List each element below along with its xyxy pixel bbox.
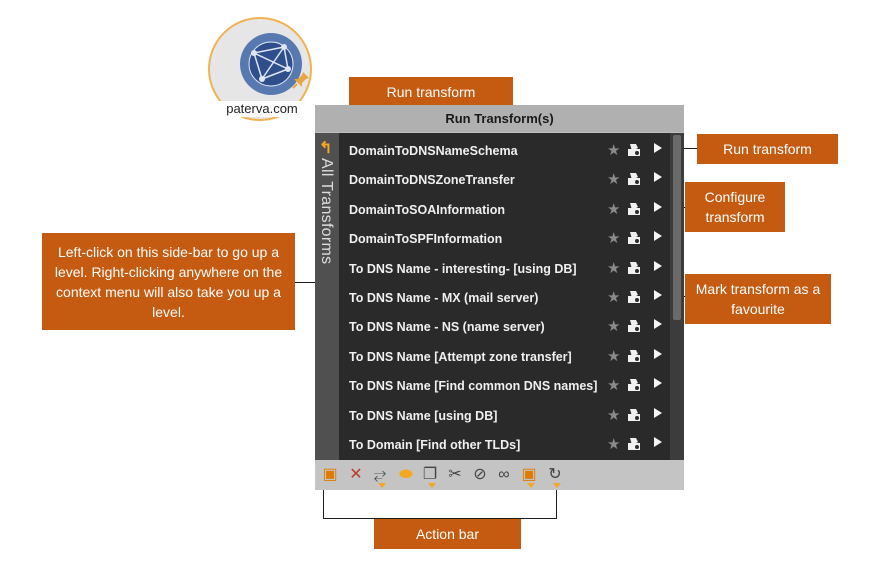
- chain-icon[interactable]: ∞: [495, 465, 513, 485]
- transform-label: DomainToDNSZoneTransfer: [349, 173, 515, 188]
- toggle-icon[interactable]: ⬬: [397, 465, 415, 485]
- transform-row[interactable]: DomainToDNSNameSchema ★: [339, 137, 670, 166]
- transform-label: DomainToSOAInformation: [349, 202, 506, 217]
- configure-icon[interactable]: [627, 290, 641, 304]
- cut-icon[interactable]: ✂: [446, 465, 464, 485]
- run-transform-play-icon[interactable]: [654, 319, 662, 330]
- refresh-dropdown-icon[interactable]: [553, 483, 561, 488]
- transform-label: To DNS Name - interesting- [using DB]: [349, 261, 577, 276]
- callout-run-transform-right: Run transform: [697, 134, 838, 164]
- transform-row[interactable]: To DNS Name [Attempt zone transfer] ★: [339, 343, 670, 372]
- scrollbar-thumb[interactable]: [673, 135, 681, 320]
- attach-icon[interactable]: ⊘: [471, 465, 489, 485]
- transform-label: To DNS Name [Find common DNS names]: [349, 379, 598, 394]
- favourite-star-icon[interactable]: ★: [607, 406, 620, 424]
- connector-action-right: [556, 485, 557, 519]
- favourite-star-icon[interactable]: ★: [607, 170, 620, 188]
- scrollbar[interactable]: [670, 133, 684, 460]
- badge-label: paterva.com: [216, 101, 308, 117]
- transform-row[interactable]: To DNS Name - MX (mail server) ★: [339, 284, 670, 313]
- run-transform-play-icon[interactable]: [654, 378, 662, 389]
- sidebar-label: All Transforms: [318, 158, 335, 265]
- transform-label: To DNS Name - MX (mail server): [349, 291, 539, 305]
- callout-run-transform-top: Run transform: [349, 77, 513, 107]
- back-arrow-icon: ↰: [319, 140, 333, 157]
- bookmark-dropdown-icon[interactable]: [527, 483, 535, 488]
- callout-mark-favourite: Mark transform as a favourite: [685, 274, 831, 324]
- action-bar: ▣ ✕ ⥂ ⬬ ❐ ✂ ⊘ ∞ ▣ ↻: [315, 460, 684, 490]
- panel-title: Run Transform(s): [315, 105, 684, 132]
- entity-badge: paterva.com: [208, 17, 312, 121]
- favourite-star-icon[interactable]: ★: [607, 259, 620, 277]
- delete-icon[interactable]: ✕: [347, 465, 365, 485]
- configure-icon[interactable]: [627, 231, 641, 245]
- favourite-star-icon[interactable]: ★: [607, 376, 620, 394]
- configure-icon[interactable]: [627, 172, 641, 186]
- configure-icon[interactable]: [627, 143, 641, 157]
- favourite-star-icon[interactable]: ★: [607, 229, 620, 247]
- transform-label: To DNS Name [Attempt zone transfer]: [349, 349, 572, 364]
- configure-icon[interactable]: [627, 349, 641, 363]
- configure-icon[interactable]: [627, 261, 641, 275]
- link-dropdown-icon[interactable]: [378, 483, 386, 488]
- favourite-star-icon[interactable]: ★: [607, 317, 620, 335]
- callout-configure-transform: Configure transform: [685, 182, 785, 232]
- transform-row[interactable]: To Domain [Find other TLDs] ★: [339, 431, 670, 460]
- transform-row[interactable]: To DNS Name - NS (name server) ★: [339, 313, 670, 342]
- configure-icon[interactable]: [627, 408, 641, 422]
- run-transform-play-icon[interactable]: [654, 201, 662, 212]
- configure-icon[interactable]: [627, 437, 641, 451]
- copy-dropdown-icon[interactable]: [428, 483, 436, 488]
- bookmark-icon[interactable]: ▣: [520, 465, 538, 485]
- favourite-star-icon[interactable]: ★: [607, 200, 620, 218]
- run-transform-play-icon[interactable]: [654, 231, 662, 242]
- transform-label: To DNS Name [using DB]: [349, 408, 498, 423]
- configure-icon[interactable]: [627, 319, 641, 333]
- connector-action-left: [323, 485, 324, 519]
- run-transform-play-icon[interactable]: [654, 348, 662, 359]
- transform-row[interactable]: DomainToSPFInformation ★: [339, 225, 670, 254]
- run-transform-play-icon[interactable]: [654, 143, 662, 153]
- transform-label: DomainToDNSNameSchema: [349, 144, 518, 158]
- transform-row[interactable]: To DNS Name - interesting- [using DB] ★: [339, 255, 670, 284]
- run-transform-play-icon[interactable]: [654, 407, 662, 418]
- run-transform-play-icon[interactable]: [654, 260, 662, 271]
- favourite-star-icon[interactable]: ★: [607, 141, 620, 159]
- transform-row[interactable]: DomainToSOAInformation ★: [339, 196, 670, 225]
- favourite-star-icon[interactable]: ★: [607, 347, 620, 365]
- favourite-star-icon[interactable]: ★: [607, 435, 620, 453]
- transform-list: DomainToDNSNameSchema ★ DomainToDNSZoneTra…: [339, 133, 670, 460]
- transform-label: To Domain [Find other TLDs]: [349, 438, 521, 452]
- favourite-star-icon[interactable]: ★: [607, 288, 620, 306]
- run-transform-play-icon[interactable]: [654, 290, 662, 300]
- refresh-icon[interactable]: ↻: [546, 465, 564, 485]
- run-transform-panel: Run Transform(s) ↰ All Transforms Domain…: [315, 105, 684, 490]
- pin-icon: [292, 72, 309, 89]
- configure-icon[interactable]: [627, 202, 641, 216]
- add-entity-icon[interactable]: ▣: [321, 465, 339, 485]
- transform-label: To DNS Name - NS (name server): [349, 320, 545, 335]
- link-icon[interactable]: ⥂: [371, 465, 389, 485]
- copy-icon[interactable]: ❐: [421, 465, 439, 485]
- transform-row[interactable]: To DNS Name [Find common DNS names] ★: [339, 372, 670, 401]
- run-transform-play-icon[interactable]: [654, 437, 662, 447]
- transform-label: DomainToSPFInformation: [349, 232, 503, 247]
- all-transforms-sidebar[interactable]: ↰ All Transforms: [315, 133, 339, 460]
- callout-sidebar-help: Left-click on this side-bar to go up a l…: [42, 233, 295, 330]
- run-transform-play-icon[interactable]: [654, 172, 662, 183]
- configure-icon[interactable]: [627, 378, 641, 392]
- callout-action-bar: Action bar: [374, 519, 521, 549]
- transform-row[interactable]: DomainToDNSZoneTransfer ★: [339, 166, 670, 195]
- transform-row[interactable]: To DNS Name [using DB] ★: [339, 402, 670, 431]
